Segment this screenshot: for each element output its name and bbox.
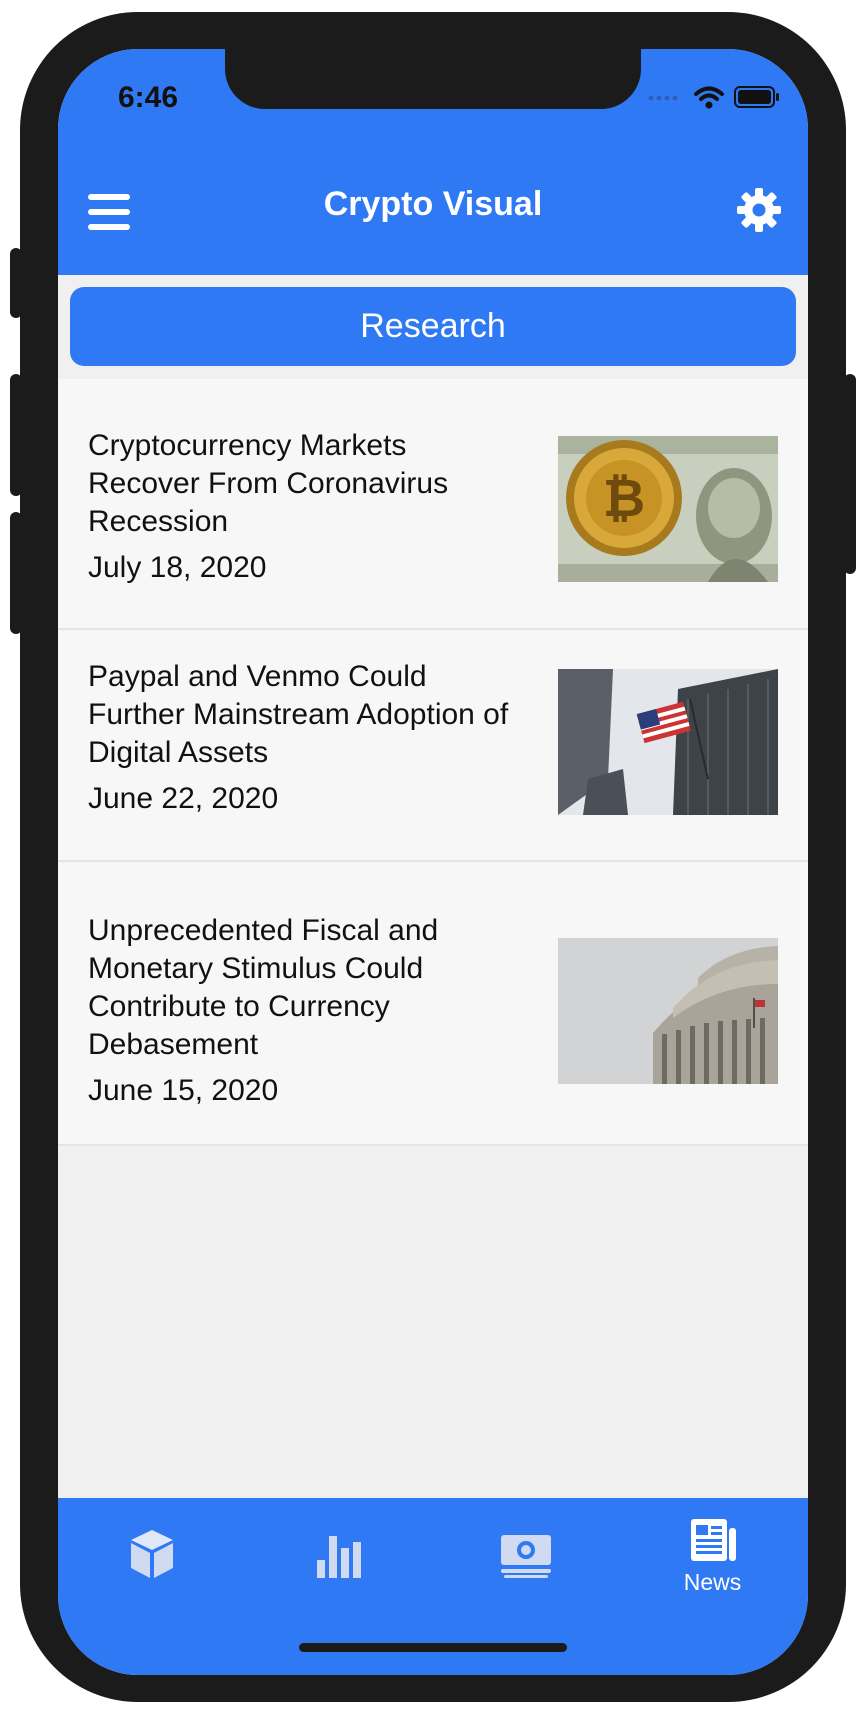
signal-icon — [648, 95, 678, 101]
capitol-dome-image — [558, 938, 778, 1084]
power-button — [844, 374, 856, 574]
tab-cube[interactable] — [58, 1516, 245, 1587]
news-item[interactable]: Cryptocurrency Markets Recover From Coro… — [58, 379, 808, 630]
news-date: July 18, 2020 — [88, 551, 267, 584]
status-time: 6:46 — [118, 81, 179, 114]
american-flag-building-image — [558, 669, 778, 815]
volume-down-button — [10, 512, 22, 634]
navigation-bar: Crypto Visual — [58, 161, 808, 275]
news-item-text: Paypal and Venmo Could Further Mainstrea… — [88, 658, 518, 816]
battery-icon — [734, 86, 779, 108]
tab-money[interactable] — [432, 1516, 619, 1585]
money-icon — [500, 1535, 551, 1578]
app-title: Crypto Visual — [323, 185, 543, 223]
bar-chart-icon — [316, 1536, 361, 1578]
notch — [225, 49, 641, 109]
tab-charts[interactable] — [245, 1516, 432, 1585]
news-item[interactable]: Paypal and Venmo Could Further Mainstrea… — [58, 630, 808, 862]
volume-up-button — [10, 374, 22, 496]
cube-icon — [130, 1530, 173, 1578]
research-section: Research — [58, 275, 808, 379]
newspaper-icon — [690, 1519, 736, 1561]
mute-switch — [10, 248, 22, 318]
svg-text:₿: ₿ — [603, 469, 645, 529]
wifi-icon — [694, 86, 724, 109]
gear-icon[interactable] — [736, 187, 782, 233]
news-date: June 15, 2020 — [88, 1074, 279, 1107]
news-title: Cryptocurrency Markets Recover From Coro… — [88, 429, 449, 538]
news-item-text: Unprecedented Fiscal and Monetary Stimul… — [88, 912, 518, 1108]
news-list: Cryptocurrency Markets Recover From Coro… — [58, 379, 808, 1146]
tab-label: News — [683, 1569, 742, 1595]
tab-news[interactable]: News — [619, 1516, 806, 1596]
news-title: Paypal and Venmo Could Further Mainstrea… — [88, 660, 509, 769]
home-indicator[interactable] — [299, 1643, 567, 1652]
news-title: Unprecedented Fiscal and Monetary Stimul… — [88, 914, 439, 1061]
news-date: June 22, 2020 — [88, 782, 279, 815]
status-icons — [648, 85, 780, 109]
bitcoin-dollar-image: ₿ — [558, 436, 778, 582]
app-screen: 6:46 Crypto Visual Research Cryptocurren… — [58, 49, 808, 1675]
research-button[interactable]: Research — [70, 287, 796, 366]
news-item-text: Cryptocurrency Markets Recover From Coro… — [88, 427, 518, 585]
news-item[interactable]: Unprecedented Fiscal and Monetary Stimul… — [58, 862, 808, 1146]
